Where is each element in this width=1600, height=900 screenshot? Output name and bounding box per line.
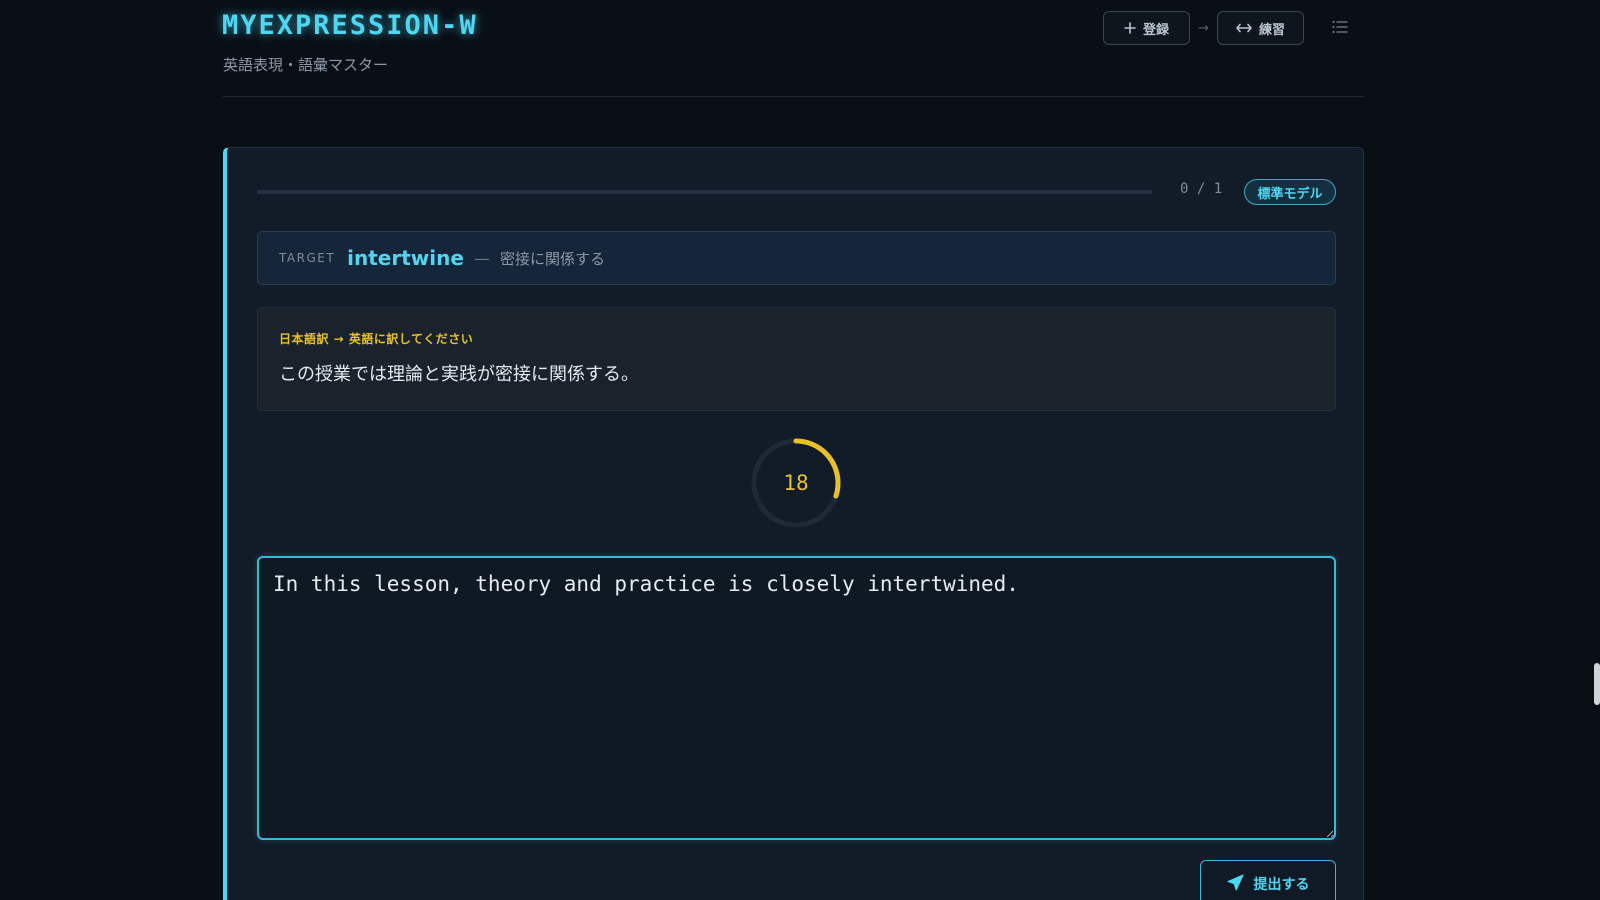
header-divider	[223, 96, 1364, 97]
submit-label: 提出する	[1253, 877, 1310, 893]
send-icon	[1227, 874, 1244, 895]
register-button[interactable]: 登録	[1103, 11, 1190, 45]
progress-count: 0 / 1	[1180, 181, 1223, 197]
list-icon[interactable]	[1332, 19, 1348, 38]
scrollbar-thumb[interactable]	[1594, 663, 1600, 705]
model-badge[interactable]: 標準モデル	[1244, 179, 1336, 205]
practice-label: 練習	[1258, 22, 1285, 38]
countdown-timer: 18	[750, 437, 842, 529]
top-nav: 登録 → 練習	[1103, 11, 1304, 45]
app-subtitle: 英語表現・語彙マスター	[223, 56, 389, 74]
prompt-sentence: この授業では理論と実践が密接に関係する。	[279, 364, 639, 385]
answer-input[interactable]	[257, 556, 1336, 840]
prompt-box: 日本語訳 → 英語に訳してください この授業では理論と実践が密接に関係する。	[257, 307, 1336, 411]
app-page: MYEXPRESSION-W 英語表現・語彙マスター 登録 → 練習 0 / 1	[0, 0, 1600, 900]
progress-bar	[257, 190, 1152, 194]
plus-icon	[1124, 22, 1136, 34]
nav-arrow: →	[1198, 20, 1209, 36]
timer-value: 18	[783, 471, 809, 495]
register-label: 登録	[1142, 22, 1169, 38]
target-meaning: 密接に関係する	[499, 249, 605, 268]
practice-card: 0 / 1 標準モデル TARGET intertwine — 密接に関係する …	[223, 147, 1364, 900]
target-dash: —	[473, 248, 490, 268]
app-title: MYEXPRESSION-W	[222, 10, 478, 41]
prompt-instruction: 日本語訳 → 英語に訳してください	[279, 332, 474, 346]
practice-button[interactable]: 練習	[1217, 11, 1304, 45]
target-label: TARGET	[279, 251, 336, 265]
swap-arrows-icon	[1236, 22, 1252, 34]
target-word: intertwine	[347, 246, 464, 270]
target-box: TARGET intertwine — 密接に関係する	[257, 231, 1336, 285]
submit-button[interactable]: 提出する	[1200, 860, 1336, 900]
